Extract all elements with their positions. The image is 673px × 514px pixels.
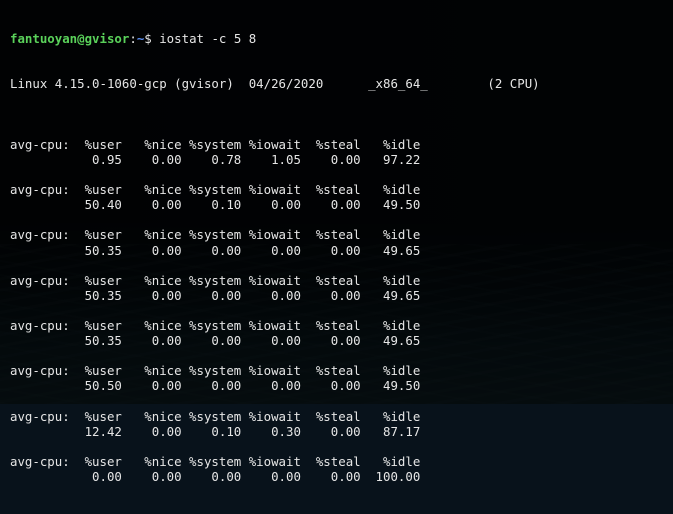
avg-cpu-header: avg-cpu: %user %nice %system %iowait %st…: [10, 136, 421, 152]
prompt-separator: :: [129, 31, 137, 47]
avg-cpu-values: 50.50 0.00 0.00 0.00 0.00 49.50: [10, 378, 421, 394]
avg-cpu-header: avg-cpu: %user %nice %system %iowait %st…: [10, 272, 421, 288]
avg-cpu-values: 0.95 0.00 0.78 1.05 0.00 97.22: [10, 151, 421, 167]
avg-cpu-header: avg-cpu: %user %nice %system %iowait %st…: [10, 363, 421, 379]
avg-cpu-header: avg-cpu: %user %nice %system %iowait %st…: [10, 182, 421, 198]
avg-cpu-header: avg-cpu: %user %nice %system %iowait %st…: [10, 453, 421, 469]
avg-cpu-values: 50.35 0.00 0.00 0.00 0.00 49.65: [10, 287, 421, 303]
iostat-blocks: avg-cpu: %user %nice %system %iowait %st…: [10, 122, 540, 484]
avg-cpu-values: 0.00 0.00 0.00 0.00 0.00 100.00: [10, 468, 421, 484]
prompt-userhost: fantuoyan@gvisor: [10, 31, 130, 47]
command-line: fantuoyan@gvisor:~$ iostat -c 5 8: [10, 31, 540, 46]
avg-cpu-values: 50.35 0.00 0.00 0.00 0.00 49.65: [10, 333, 421, 349]
avg-cpu-header: avg-cpu: %user %nice %system %iowait %st…: [10, 317, 421, 333]
system-info-line: Linux 4.15.0-1060-gcp (gvisor) 04/26/202…: [10, 76, 540, 92]
avg-cpu-values: 50.40 0.00 0.10 0.00 0.00 49.50: [10, 197, 421, 213]
prompt-symbol: $: [144, 31, 152, 47]
terminal-window[interactable]: fantuoyan@gvisor:~$ iostat -c 5 8 Linux …: [0, 0, 673, 484]
avg-cpu-header: avg-cpu: %user %nice %system %iowait %st…: [10, 408, 421, 424]
avg-cpu-header: avg-cpu: %user %nice %system %iowait %st…: [10, 227, 421, 243]
terminal-output: fantuoyan@gvisor:~$ iostat -c 5 8 Linux …: [10, 1, 540, 514]
avg-cpu-values: 12.42 0.00 0.10 0.30 0.00 87.17: [10, 423, 421, 439]
avg-cpu-values: 50.35 0.00 0.00 0.00 0.00 49.65: [10, 242, 421, 258]
command-text: iostat -c 5 8: [151, 31, 257, 47]
